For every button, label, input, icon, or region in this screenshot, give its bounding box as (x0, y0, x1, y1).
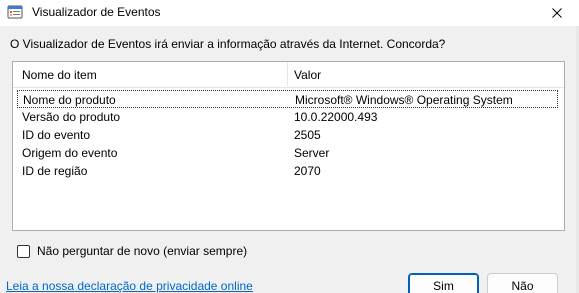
row-value: 10.0.22000.493 (294, 110, 378, 124)
list-header: Nome do item Valor (13, 62, 564, 88)
checkbox-box[interactable] (17, 244, 30, 258)
list-row[interactable]: Nome do produto Microsoft® Windows® Oper… (17, 90, 558, 108)
checkbox-label[interactable]: Não perguntar de novo (enviar sempre) (37, 244, 247, 258)
row-value: Microsoft® Windows® Operating System (295, 93, 513, 107)
column-divider[interactable] (287, 62, 288, 86)
yes-button-label: Sim (433, 279, 454, 293)
row-item-name: ID do evento (22, 128, 91, 142)
row-item-name: ID de região (22, 164, 88, 178)
title-bar: Visualizador de Eventos (0, 0, 579, 26)
no-button[interactable]: Não (487, 273, 558, 293)
prompt-text: O Visualizador de Eventos irá enviar a i… (10, 37, 446, 51)
dont-ask-again-checkbox[interactable]: Não perguntar de novo (enviar sempre) (17, 243, 247, 259)
details-list[interactable]: Nome do item Valor Nome do produto Micro… (12, 61, 565, 231)
row-value: Server (294, 146, 330, 160)
window-title: Visualizador de Eventos (32, 5, 161, 19)
event-viewer-dialog: Visualizador de Eventos O Visualizador d… (0, 0, 579, 293)
close-button[interactable] (535, 0, 579, 26)
privacy-statement-link[interactable]: Leia a nossa declaração de privacidade o… (6, 279, 253, 293)
close-icon (552, 8, 562, 18)
row-value: 2505 (294, 128, 321, 142)
event-viewer-icon (7, 4, 23, 20)
row-value: 2070 (294, 164, 321, 178)
list-row[interactable]: Versão do produto 10.0.22000.493 (17, 108, 558, 126)
no-button-label: Não (511, 279, 534, 293)
list-row[interactable]: ID do evento 2505 (17, 126, 558, 144)
list-row[interactable]: Origem do evento Server (17, 144, 558, 162)
column-header-value[interactable]: Valor (294, 68, 321, 82)
column-header-item-name[interactable]: Nome do item (22, 68, 97, 82)
row-item-name: Versão do produto (22, 110, 121, 124)
yes-button[interactable]: Sim (408, 273, 479, 293)
list-row[interactable]: ID de região 2070 (17, 162, 558, 180)
row-item-name: Origem do evento (22, 146, 118, 160)
row-item-name: Nome do produto (23, 93, 116, 107)
